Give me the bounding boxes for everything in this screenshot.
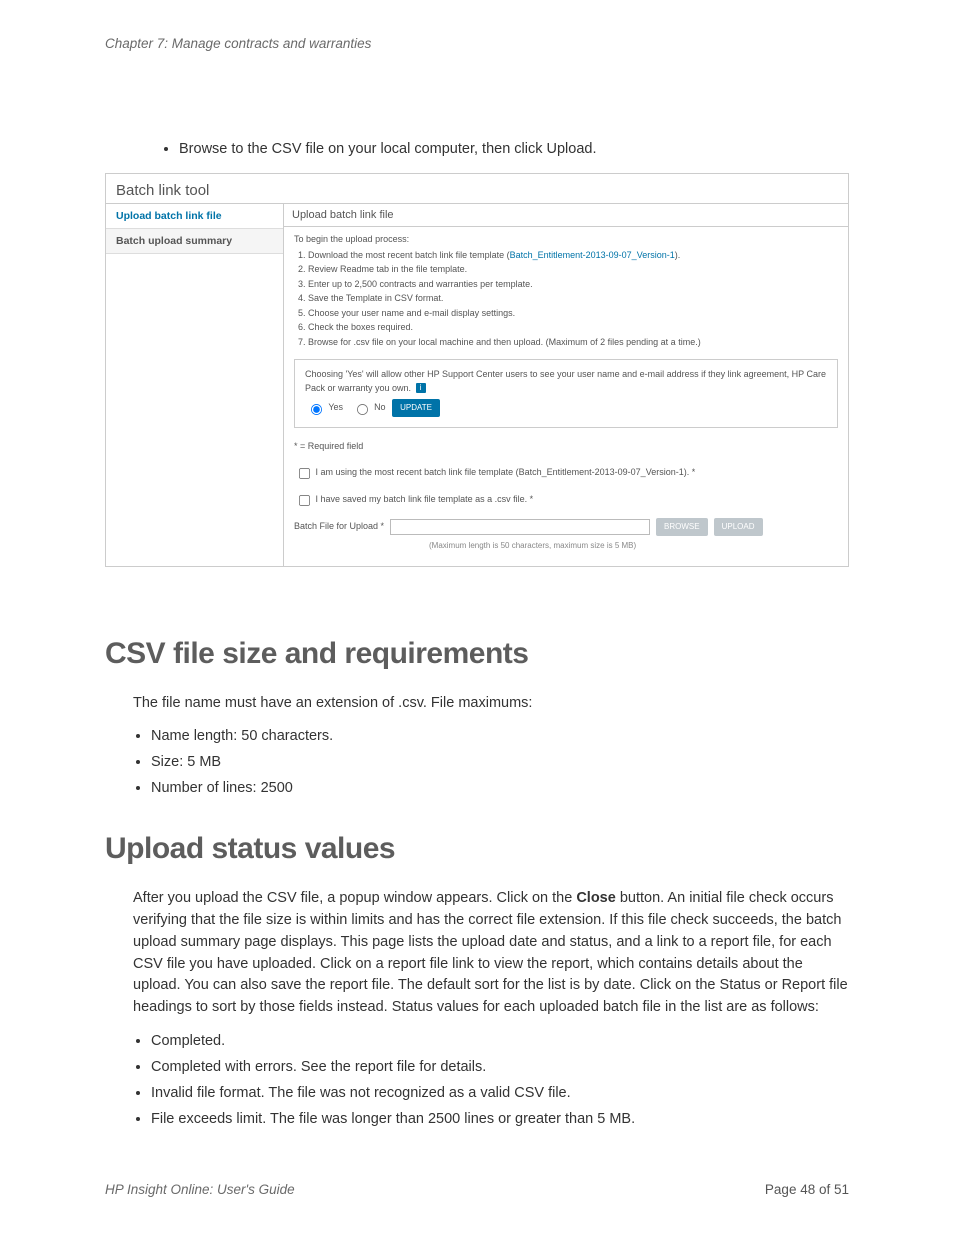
footer-page-number: Page 48 of 51: [765, 1182, 849, 1197]
file-constraints-note: (Maximum length is 50 characters, maximu…: [429, 540, 838, 552]
csv-req-name-length: Name length: 50 characters.: [151, 728, 849, 744]
required-field-note: * = Required field: [294, 440, 838, 454]
csv-req-size: Size: 5 MB: [151, 754, 849, 770]
upload-status-paragraph: After you upload the CSV file, a popup w…: [133, 888, 849, 1019]
file-upload-label: Batch File for Upload *: [294, 520, 384, 534]
panel-title: Upload batch link file: [284, 204, 848, 227]
browse-button[interactable]: BROWSE: [656, 518, 708, 536]
footer-doc-title: HP Insight Online: User's Guide: [105, 1182, 295, 1197]
screenshot-nav: Upload batch link file Batch upload summ…: [106, 204, 284, 566]
upload-process-intro: To begin the upload process:: [294, 233, 838, 247]
status-exceeds-limit: File exceeds limit. The file was longer …: [151, 1111, 849, 1127]
heading-csv-requirements: CSV file size and requirements: [105, 637, 849, 671]
step-6: Check the boxes required.: [308, 321, 838, 335]
close-button-ref: Close: [576, 890, 616, 906]
chapter-header: Chapter 7: Manage contracts and warranti…: [105, 36, 849, 51]
step-7: Browse for .csv file on your local machi…: [308, 336, 838, 350]
status-completed-errors: Completed with errors. See the report fi…: [151, 1059, 849, 1075]
screenshot-window-title: Batch link tool: [106, 174, 848, 204]
radio-yes[interactable]: Yes: [305, 402, 343, 412]
checkbox-csv-saved[interactable]: I have saved my batch link file template…: [294, 494, 533, 504]
step-2: Review Readme tab in the file template.: [308, 263, 838, 277]
intro-bullet: Browse to the CSV file on your local com…: [179, 141, 849, 157]
checkbox-template-version[interactable]: I am using the most recent batch link fi…: [294, 467, 695, 477]
screenshot-main-panel: Upload batch link file To begin the uplo…: [284, 204, 848, 566]
status-invalid-format: Invalid file format. The file was not re…: [151, 1085, 849, 1101]
heading-upload-status: Upload status values: [105, 832, 849, 866]
file-upload-row: Batch File for Upload * BROWSE UPLOAD: [294, 518, 838, 536]
template-link[interactable]: Batch_Entitlement-2013-09-07_Version-1: [510, 250, 675, 260]
upload-button[interactable]: UPLOAD: [714, 518, 763, 536]
nav-upload-batch-link-file[interactable]: Upload batch link file: [106, 204, 283, 229]
visibility-consent-box: Choosing 'Yes' will allow other HP Suppo…: [294, 359, 838, 428]
consent-text: Choosing 'Yes' will allow other HP Suppo…: [305, 369, 826, 393]
file-upload-input[interactable]: [390, 519, 650, 535]
csv-intro-paragraph: The file name must have an extension of …: [133, 693, 849, 715]
step-5: Choose your user name and e-mail display…: [308, 307, 838, 321]
step-3: Enter up to 2,500 contracts and warranti…: [308, 278, 838, 292]
step-1: Download the most recent batch link file…: [308, 249, 838, 263]
batch-link-tool-screenshot: Batch link tool Upload batch link file B…: [105, 173, 849, 567]
info-icon[interactable]: i: [416, 383, 426, 393]
csv-maximums-list: Name length: 50 characters. Size: 5 MB N…: [139, 728, 849, 796]
page-footer: HP Insight Online: User's Guide Page 48 …: [105, 1182, 849, 1197]
radio-no[interactable]: No: [351, 402, 386, 412]
status-values-list: Completed. Completed with errors. See th…: [139, 1033, 849, 1127]
nav-batch-upload-summary[interactable]: Batch upload summary: [106, 229, 283, 254]
step-4: Save the Template in CSV format.: [308, 292, 838, 306]
status-completed: Completed.: [151, 1033, 849, 1049]
update-button[interactable]: UPDATE: [392, 399, 440, 417]
upload-process-steps: Download the most recent batch link file…: [308, 249, 838, 350]
csv-req-lines: Number of lines: 2500: [151, 780, 849, 796]
